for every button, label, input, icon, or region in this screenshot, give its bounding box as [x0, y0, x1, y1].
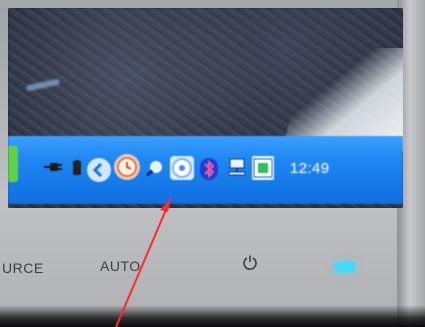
annotation-arrow-head — [160, 198, 171, 212]
annotation-arrow-line — [115, 197, 172, 327]
monitor-photo: 12:49 URCE AUTO — [0, 0, 425, 327]
annotation-overlay — [115, 197, 172, 327]
